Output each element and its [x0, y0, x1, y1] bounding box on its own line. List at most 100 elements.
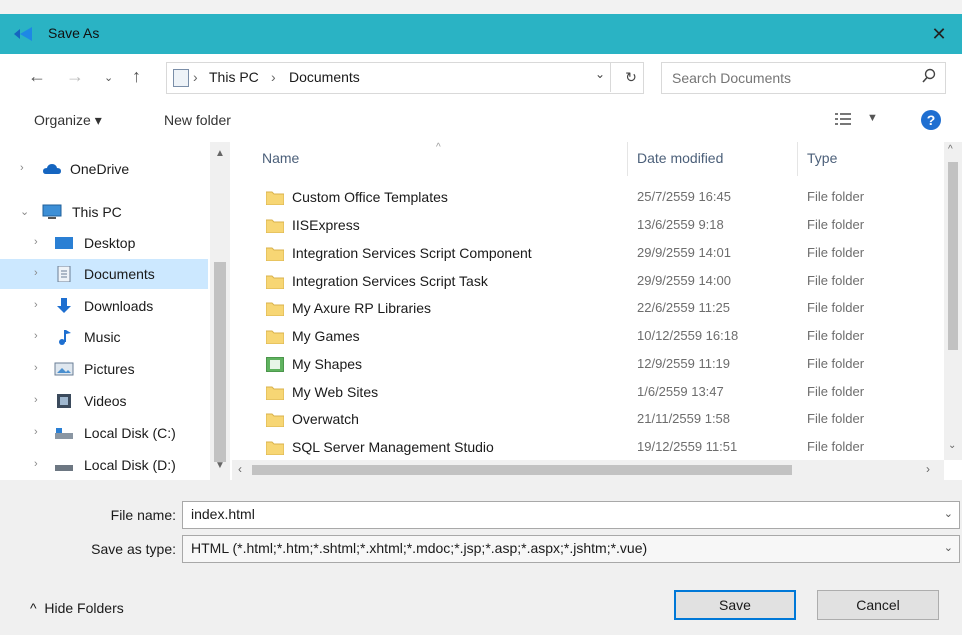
- cancel-button[interactable]: Cancel: [817, 590, 939, 620]
- scroll-up-icon[interactable]: ^: [948, 144, 953, 155]
- sidebar-item-desktop[interactable]: › Desktop: [0, 228, 208, 258]
- view-options-icon[interactable]: [835, 112, 851, 126]
- file-type: File folder: [807, 300, 865, 315]
- chevron-right-icon[interactable]: ›: [34, 267, 38, 279]
- file-type: File folder: [807, 273, 865, 288]
- sort-caret-icon: ^: [436, 142, 441, 153]
- file-type: File folder: [807, 245, 865, 260]
- column-header-type[interactable]: Type: [807, 150, 837, 166]
- sidebar-item-local-disk-d[interactable]: › Local Disk (D:): [0, 450, 208, 480]
- save-button[interactable]: Save: [674, 590, 796, 620]
- chevron-right-icon[interactable]: ›: [34, 330, 38, 342]
- file-name-value[interactable]: index.html: [191, 506, 255, 522]
- up-icon[interactable]: ↑: [132, 66, 141, 87]
- chevron-right-icon[interactable]: ›: [34, 394, 38, 406]
- forward-icon[interactable]: →: [66, 66, 84, 87]
- chevron-right-icon[interactable]: ›: [34, 426, 38, 438]
- file-row[interactable]: Integration Services Script Task 29/9/25…: [232, 268, 952, 296]
- documents-icon: [57, 266, 71, 282]
- chevron-down-icon[interactable]: ⌄: [944, 507, 953, 520]
- file-row[interactable]: Overwatch 21/11/2559 1:58 File folder: [232, 406, 952, 434]
- scroll-thumb[interactable]: [252, 465, 792, 475]
- shapes-folder-icon: [266, 357, 284, 372]
- file-list-vertical-scrollbar[interactable]: ^ ⌄: [944, 142, 962, 460]
- file-type: File folder: [807, 384, 865, 399]
- sidebar-item-this-pc[interactable]: ⌄ This PC: [0, 197, 208, 227]
- new-folder-button[interactable]: New folder: [164, 112, 231, 128]
- scroll-left-icon[interactable]: ‹: [238, 462, 242, 476]
- sidebar-item-onedrive[interactable]: › OneDrive: [0, 154, 208, 184]
- scroll-thumb[interactable]: [214, 262, 226, 462]
- search-input[interactable]: [662, 63, 914, 93]
- file-row[interactable]: Integration Services Script Component 29…: [232, 240, 952, 268]
- file-date: 19/12/2559 11:51: [637, 439, 738, 454]
- save-type-select[interactable]: HTML (*.html;*.htm;*.shtml;*.xhtml;*.mdo…: [182, 535, 960, 563]
- refresh-icon[interactable]: ↻: [610, 62, 651, 92]
- file-row[interactable]: My Axure RP Libraries 22/6/2559 11:25 Fi…: [232, 295, 952, 323]
- scroll-right-icon[interactable]: ›: [926, 462, 930, 476]
- file-name: My Games: [292, 328, 360, 344]
- file-type: File folder: [807, 328, 865, 343]
- back-icon[interactable]: ←: [28, 66, 46, 87]
- chevron-right-icon[interactable]: ›: [34, 458, 38, 470]
- file-name: Overwatch: [292, 411, 359, 427]
- sidebar-item-pictures[interactable]: › Pictures: [0, 354, 208, 384]
- chevron-down-icon[interactable]: ⌄: [20, 205, 29, 218]
- chevron-right-icon[interactable]: ›: [34, 236, 38, 248]
- chevron-down-icon[interactable]: ⌄: [944, 541, 953, 554]
- folder-icon: [266, 302, 284, 316]
- column-header-name[interactable]: Name: [262, 150, 299, 166]
- breadcrumb-this-pc[interactable]: This PC: [209, 69, 259, 85]
- documents-icon: [173, 69, 189, 87]
- file-row[interactable]: Custom Office Templates 25/7/2559 16:45 …: [232, 184, 952, 212]
- organize-button[interactable]: Organize ▾: [34, 112, 102, 129]
- file-list-horizontal-scrollbar[interactable]: ‹ ›: [232, 460, 944, 480]
- hide-folders-button[interactable]: ^ Hide Folders: [30, 600, 124, 616]
- sidebar-item-label: Pictures: [84, 361, 135, 377]
- sidebar-item-label: Documents: [84, 266, 155, 282]
- file-row[interactable]: My Shapes 12/9/2559 11:19 File folder: [232, 351, 952, 379]
- file-type: File folder: [807, 217, 865, 232]
- file-date: 13/6/2559 9:18: [637, 217, 724, 232]
- sidebar-item-music[interactable]: › Music: [0, 322, 208, 352]
- save-type-label: Save as type:: [91, 541, 176, 557]
- file-name-field[interactable]: index.html ⌄: [182, 501, 960, 529]
- sidebar-item-documents[interactable]: › Documents: [0, 259, 208, 289]
- file-row[interactable]: IISExpress 13/6/2559 9:18 File folder: [232, 212, 952, 240]
- search-icon: [922, 68, 936, 83]
- scroll-down-icon[interactable]: ⌄: [948, 440, 956, 451]
- folder-icon: [266, 191, 284, 205]
- scroll-thumb[interactable]: [948, 162, 958, 350]
- sidebar-item-videos[interactable]: › Videos: [0, 386, 208, 416]
- recent-locations-icon[interactable]: ⌄: [104, 71, 113, 84]
- column-divider[interactable]: [797, 142, 798, 176]
- scroll-up-icon[interactable]: ▲: [215, 148, 225, 159]
- scroll-down-icon[interactable]: ▼: [215, 460, 225, 471]
- sidebar-item-local-disk-c[interactable]: › Local Disk (C:): [0, 418, 208, 448]
- file-name: Integration Services Script Task: [292, 273, 488, 289]
- vscode-icon: [14, 27, 32, 41]
- chevron-right-icon[interactable]: ›: [34, 362, 38, 374]
- chevron-down-icon[interactable]: ▼: [867, 112, 878, 124]
- breadcrumb-documents[interactable]: Documents: [289, 69, 360, 85]
- chevron-down-icon[interactable]: ⌄: [595, 67, 605, 81]
- column-divider[interactable]: [627, 142, 628, 176]
- cloud-icon: [43, 164, 61, 174]
- drive-icon: [55, 428, 73, 439]
- help-icon[interactable]: ?: [921, 110, 941, 130]
- chevron-right-icon[interactable]: ›: [20, 162, 24, 174]
- sidebar-scrollbar[interactable]: ▲ ▼: [210, 142, 230, 480]
- column-header-date[interactable]: Date modified: [637, 150, 723, 166]
- file-row[interactable]: My Games 10/12/2559 16:18 File folder: [232, 323, 952, 351]
- drive-icon: [55, 465, 73, 471]
- sidebar-item-downloads[interactable]: › Downloads: [0, 291, 208, 321]
- folder-icon: [266, 386, 284, 400]
- file-row[interactable]: SQL Server Management Studio 19/12/2559 …: [232, 434, 952, 462]
- file-row[interactable]: My Web Sites 1/6/2559 13:47 File folder: [232, 379, 952, 407]
- close-icon[interactable]: ✕: [916, 14, 962, 54]
- command-bar: Organize ▾ New folder ▼ ?: [0, 100, 962, 142]
- file-name: My Web Sites: [292, 384, 379, 400]
- address-field[interactable]: › This PC › Documents ⌄: [166, 62, 644, 94]
- chevron-right-icon[interactable]: ›: [34, 299, 38, 311]
- sidebar-item-label: OneDrive: [70, 161, 130, 177]
